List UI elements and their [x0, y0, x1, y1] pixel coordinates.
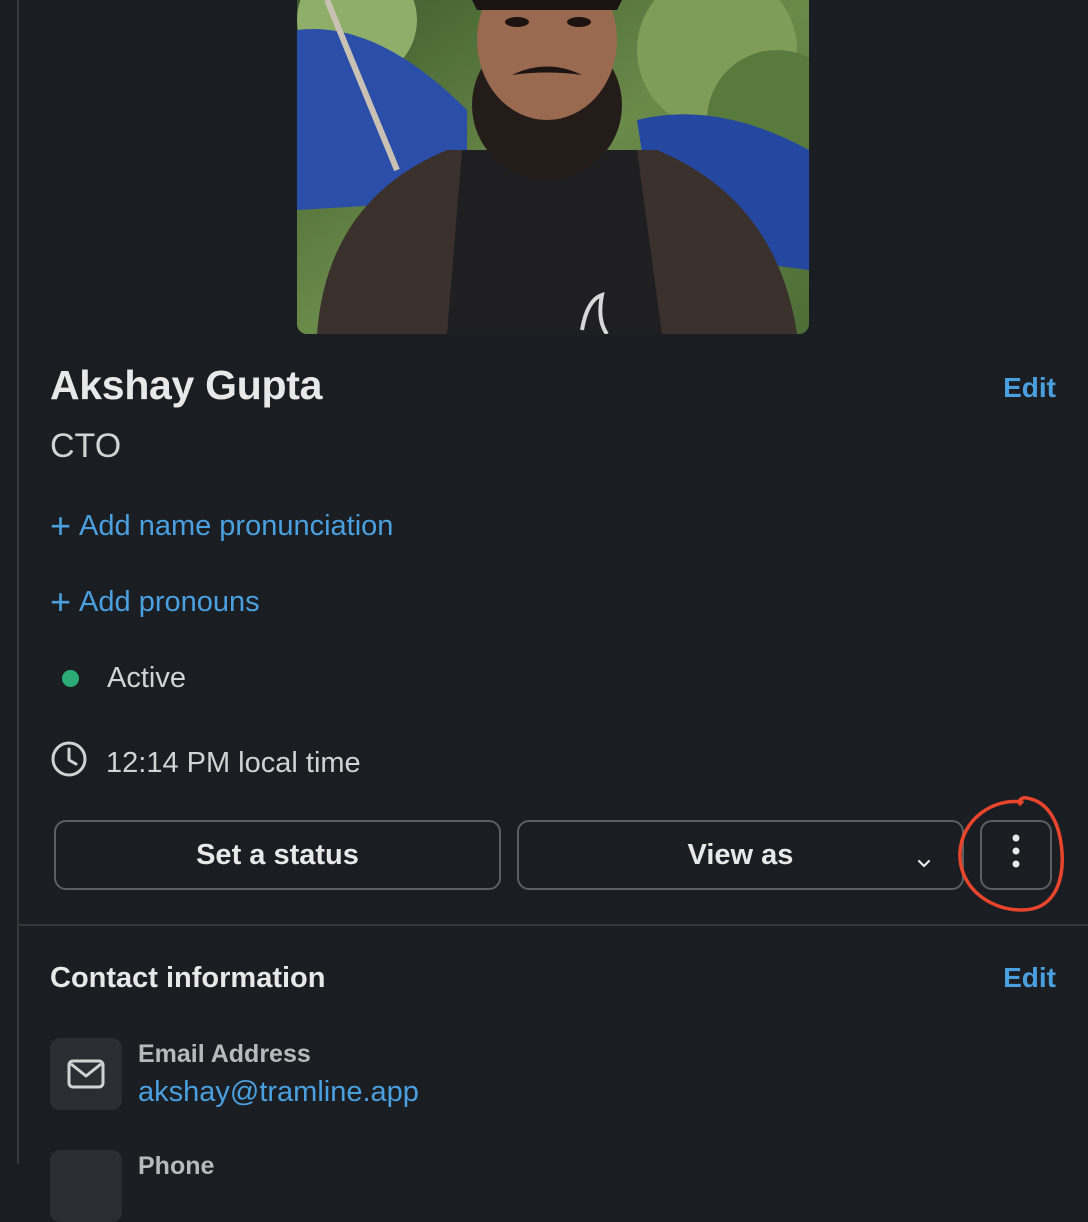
presence-dot-icon — [62, 670, 79, 687]
set-status-button[interactable]: Set a status — [54, 820, 501, 890]
view-as-dropdown[interactable]: View as — [517, 820, 964, 890]
edit-profile-link[interactable]: Edit — [1003, 372, 1056, 404]
add-pronouns-link[interactable]: + Add pronouns — [50, 584, 260, 620]
edit-contact-link[interactable]: Edit — [1003, 962, 1056, 994]
view-as-label: View as — [687, 838, 794, 871]
local-time-label: 12:14 PM local time — [106, 746, 361, 779]
profile-title: CTO — [50, 427, 122, 465]
add-name-pronunciation-label: Add name pronunciation — [79, 509, 394, 542]
vertical-ellipsis-icon — [1010, 833, 1022, 877]
clock-icon — [50, 740, 88, 786]
add-pronouns-label: Add pronouns — [79, 585, 260, 618]
mail-icon — [50, 1038, 122, 1110]
section-divider — [19, 924, 1088, 926]
local-time-row: 12:14 PM local time — [50, 740, 361, 786]
phone-icon — [50, 1150, 122, 1222]
plus-icon: + — [50, 505, 72, 546]
profile-name: Akshay Gupta — [50, 362, 323, 408]
profile-photo — [297, 0, 809, 334]
plus-icon: + — [50, 581, 72, 622]
add-name-pronunciation-link[interactable]: + Add name pronunciation — [50, 508, 393, 544]
chevron-down-icon — [916, 846, 932, 879]
more-actions-button[interactable] — [980, 820, 1052, 890]
phone-field-label: Phone — [138, 1152, 215, 1180]
contact-section-title: Contact information — [50, 962, 326, 994]
email-field-value[interactable]: akshay@tramline.app — [138, 1076, 419, 1109]
panel-left-border — [17, 0, 19, 1164]
presence-row: Active — [50, 662, 186, 695]
email-field-label: Email Address — [138, 1040, 311, 1068]
presence-label: Active — [107, 662, 186, 694]
